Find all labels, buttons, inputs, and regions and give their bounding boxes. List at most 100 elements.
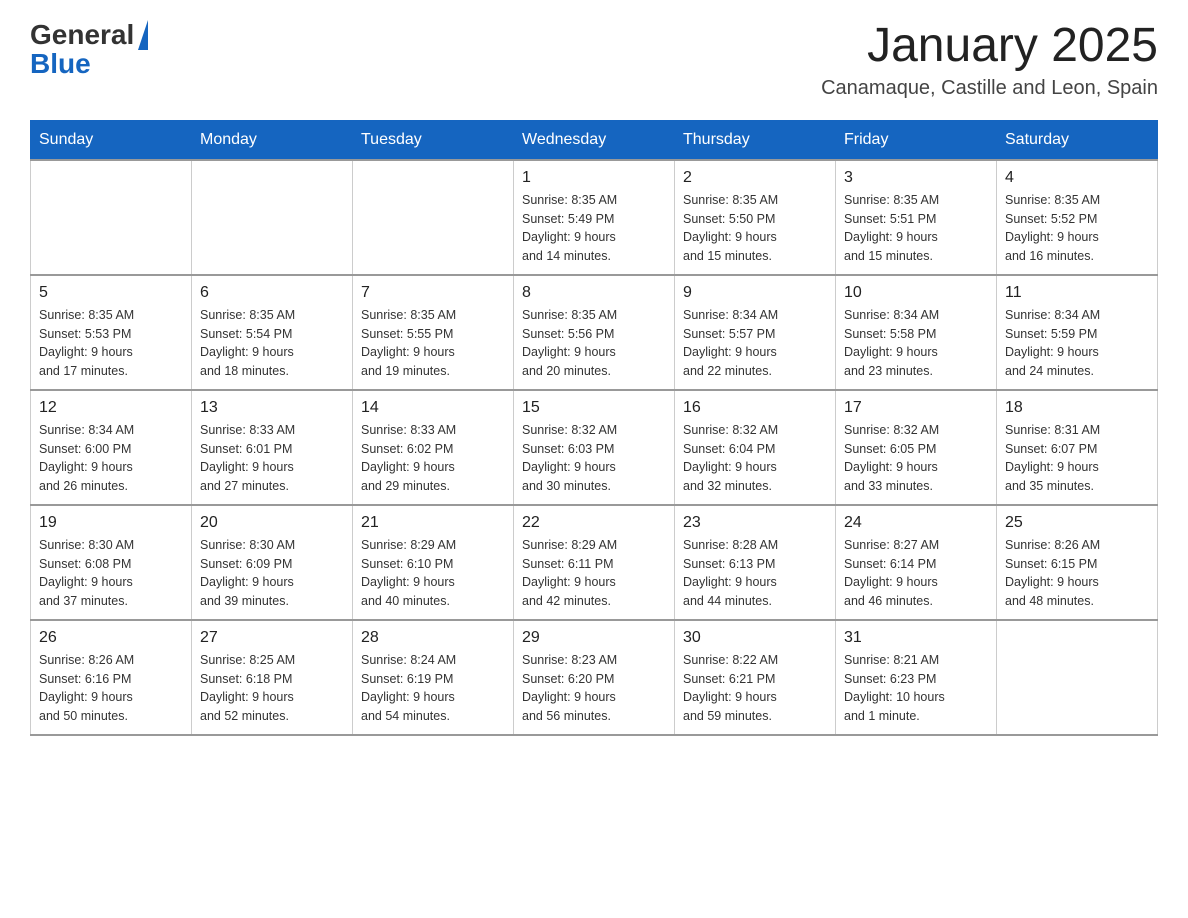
logo-general: General — [30, 21, 134, 49]
calendar-cell — [353, 160, 514, 275]
day-number: 13 — [200, 399, 344, 417]
day-number: 16 — [683, 399, 827, 417]
day-number: 24 — [844, 514, 988, 532]
page-header: General Blue January 2025 Canamaque, Cas… — [30, 20, 1158, 100]
calendar-cell: 26 Sunrise: 8:26 AMSunset: 6:16 PMDayligh… — [31, 620, 192, 735]
calendar-cell: 10 Sunrise: 8:34 AMSunset: 5:58 PMDayligh… — [836, 275, 997, 390]
day-info: Sunrise: 8:35 AMSunset: 5:51 PMDaylight:… — [844, 191, 988, 266]
calendar-week-row: 1 Sunrise: 8:35 AMSunset: 5:49 PMDaylight… — [31, 160, 1158, 275]
calendar-cell: 1 Sunrise: 8:35 AMSunset: 5:49 PMDaylight… — [514, 160, 675, 275]
day-number: 15 — [522, 399, 666, 417]
location: Canamaque, Castille and Leon, Spain — [821, 77, 1158, 100]
day-info: Sunrise: 8:32 AMSunset: 6:03 PMDaylight:… — [522, 421, 666, 496]
day-info: Sunrise: 8:24 AMSunset: 6:19 PMDaylight:… — [361, 651, 505, 726]
day-info: Sunrise: 8:35 AMSunset: 5:53 PMDaylight:… — [39, 306, 183, 381]
calendar-cell: 25Sunrise: 8:26 AMSunset: 6:15 PMDayligh… — [997, 505, 1158, 620]
day-number: 27 — [200, 629, 344, 647]
calendar-cell — [31, 160, 192, 275]
weekday-header: Sunday — [31, 120, 192, 160]
calendar-cell: 7Sunrise: 8:35 AMSunset: 5:55 PMDaylight… — [353, 275, 514, 390]
calendar-cell: 3Sunrise: 8:35 AMSunset: 5:51 PMDaylight… — [836, 160, 997, 275]
calendar-cell: 24 Sunrise: 8:27 AMSunset: 6:14 PMDayligh… — [836, 505, 997, 620]
day-info: Sunrise: 8:35 AMSunset: 5:52 PMDaylight:… — [1005, 191, 1149, 266]
day-info: Sunrise: 8:29 AMSunset: 6:11 PMDaylight:… — [522, 536, 666, 611]
day-info: Sunrise: 8:30 AMSunset: 6:09 PMDaylight:… — [200, 536, 344, 611]
calendar-cell: 29Sunrise: 8:23 AMSunset: 6:20 PMDayligh… — [514, 620, 675, 735]
day-info: Sunrise: 8:30 AMSunset: 6:08 PMDaylight:… — [39, 536, 183, 611]
calendar-cell — [192, 160, 353, 275]
calendar-cell: 15 Sunrise: 8:32 AMSunset: 6:03 PMDayligh… — [514, 390, 675, 505]
day-number: 1 — [522, 169, 666, 187]
day-info: Sunrise: 8:35 AMSunset: 5:49 PMDaylight:… — [522, 191, 666, 266]
calendar-cell: 19Sunrise: 8:30 AMSunset: 6:08 PMDayligh… — [31, 505, 192, 620]
calendar-cell: 27Sunrise: 8:25 AMSunset: 6:18 PMDayligh… — [192, 620, 353, 735]
day-info: Sunrise: 8:35 AMSunset: 5:50 PMDaylight:… — [683, 191, 827, 266]
day-info: Sunrise: 8:27 AMSunset: 6:14 PMDaylight:… — [844, 536, 988, 611]
day-number: 31 — [844, 629, 988, 647]
day-number: 20 — [200, 514, 344, 532]
weekday-header: Monday — [192, 120, 353, 160]
day-number: 5 — [39, 284, 183, 302]
calendar-cell: 8Sunrise: 8:35 AMSunset: 5:56 PMDaylight… — [514, 275, 675, 390]
calendar-cell: 5 Sunrise: 8:35 AMSunset: 5:53 PMDaylight… — [31, 275, 192, 390]
weekday-header: Wednesday — [514, 120, 675, 160]
day-number: 22 — [522, 514, 666, 532]
day-number: 11 — [1005, 284, 1149, 302]
calendar-cell: 28 Sunrise: 8:24 AMSunset: 6:19 PMDayligh… — [353, 620, 514, 735]
day-info: Sunrise: 8:35 AMSunset: 5:56 PMDaylight:… — [522, 306, 666, 381]
weekday-header: Thursday — [675, 120, 836, 160]
weekday-header: Friday — [836, 120, 997, 160]
day-info: Sunrise: 8:32 AMSunset: 6:04 PMDaylight:… — [683, 421, 827, 496]
day-info: Sunrise: 8:34 AMSunset: 5:59 PMDaylight:… — [1005, 306, 1149, 381]
day-number: 21 — [361, 514, 505, 532]
day-info: Sunrise: 8:28 AMSunset: 6:13 PMDaylight:… — [683, 536, 827, 611]
day-number: 7 — [361, 284, 505, 302]
calendar-cell: 18 Sunrise: 8:31 AMSunset: 6:07 PMDayligh… — [997, 390, 1158, 505]
calendar-cell: 2 Sunrise: 8:35 AMSunset: 5:50 PMDaylight… — [675, 160, 836, 275]
calendar-cell: 23 Sunrise: 8:28 AMSunset: 6:13 PMDayligh… — [675, 505, 836, 620]
calendar-cell: 30Sunrise: 8:22 AMSunset: 6:21 PMDayligh… — [675, 620, 836, 735]
day-number: 28 — [361, 629, 505, 647]
day-info: Sunrise: 8:34 AMSunset: 5:57 PMDaylight:… — [683, 306, 827, 381]
calendar-week-row: 19Sunrise: 8:30 AMSunset: 6:08 PMDayligh… — [31, 505, 1158, 620]
day-number: 6 — [200, 284, 344, 302]
day-number: 12 — [39, 399, 183, 417]
calendar-cell: 4Sunrise: 8:35 AMSunset: 5:52 PMDaylight… — [997, 160, 1158, 275]
calendar-cell: 20 Sunrise: 8:30 AMSunset: 6:09 PMDayligh… — [192, 505, 353, 620]
calendar-cell: 11 Sunrise: 8:34 AMSunset: 5:59 PMDayligh… — [997, 275, 1158, 390]
day-info: Sunrise: 8:32 AMSunset: 6:05 PMDaylight:… — [844, 421, 988, 496]
calendar-week-row: 5 Sunrise: 8:35 AMSunset: 5:53 PMDaylight… — [31, 275, 1158, 390]
day-info: Sunrise: 8:29 AMSunset: 6:10 PMDaylight:… — [361, 536, 505, 611]
day-info: Sunrise: 8:33 AMSunset: 6:02 PMDaylight:… — [361, 421, 505, 496]
day-number: 23 — [683, 514, 827, 532]
calendar-cell: 12 Sunrise: 8:34 AMSunset: 6:00 PMDayligh… — [31, 390, 192, 505]
day-number: 2 — [683, 169, 827, 187]
calendar: SundayMondayTuesdayWednesdayThursdayFrid… — [30, 120, 1158, 736]
day-info: Sunrise: 8:22 AMSunset: 6:21 PMDaylight:… — [683, 651, 827, 726]
calendar-cell: 6 Sunrise: 8:35 AMSunset: 5:54 PMDaylight… — [192, 275, 353, 390]
day-number: 17 — [844, 399, 988, 417]
calendar-cell: 17 Sunrise: 8:32 AMSunset: 6:05 PMDayligh… — [836, 390, 997, 505]
day-number: 10 — [844, 284, 988, 302]
day-info: Sunrise: 8:26 AMSunset: 6:16 PMDaylight:… — [39, 651, 183, 726]
weekday-header-row: SundayMondayTuesdayWednesdayThursdayFrid… — [31, 120, 1158, 160]
weekday-header: Tuesday — [353, 120, 514, 160]
weekday-header: Saturday — [997, 120, 1158, 160]
month-title: January 2025 — [821, 20, 1158, 73]
day-info: Sunrise: 8:34 AMSunset: 6:00 PMDaylight:… — [39, 421, 183, 496]
day-number: 9 — [683, 284, 827, 302]
logo-blue: Blue — [30, 50, 91, 78]
day-info: Sunrise: 8:26 AMSunset: 6:15 PMDaylight:… — [1005, 536, 1149, 611]
day-number: 18 — [1005, 399, 1149, 417]
day-number: 26 — [39, 629, 183, 647]
title-block: January 2025 Canamaque, Castille and Leo… — [821, 20, 1158, 100]
calendar-week-row: 26 Sunrise: 8:26 AMSunset: 6:16 PMDayligh… — [31, 620, 1158, 735]
day-info: Sunrise: 8:31 AMSunset: 6:07 PMDaylight:… — [1005, 421, 1149, 496]
day-number: 14 — [361, 399, 505, 417]
calendar-cell: 9 Sunrise: 8:34 AMSunset: 5:57 PMDaylight… — [675, 275, 836, 390]
day-info: Sunrise: 8:33 AMSunset: 6:01 PMDaylight:… — [200, 421, 344, 496]
day-info: Sunrise: 8:35 AMSunset: 5:54 PMDaylight:… — [200, 306, 344, 381]
calendar-cell: 14 Sunrise: 8:33 AMSunset: 6:02 PMDayligh… — [353, 390, 514, 505]
day-info: Sunrise: 8:34 AMSunset: 5:58 PMDaylight:… — [844, 306, 988, 381]
day-info: Sunrise: 8:21 AMSunset: 6:23 PMDaylight:… — [844, 651, 988, 726]
